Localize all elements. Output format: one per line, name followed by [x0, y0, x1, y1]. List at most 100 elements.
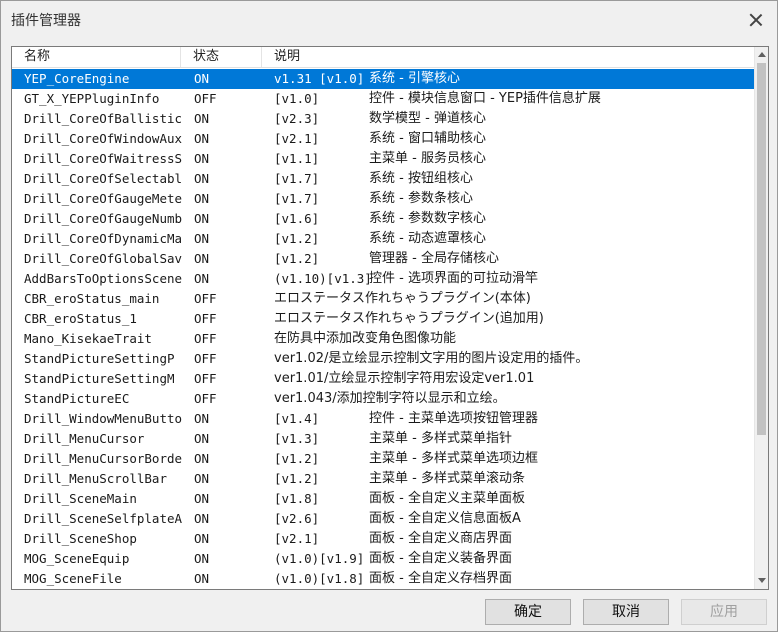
list-header: 名称 状态 说明 — [12, 47, 754, 68]
table-row[interactable]: StandPictureEC OFF ver1.043/添加控制字符以显示和立绘。 — [12, 389, 754, 409]
table-row[interactable]: Drill_CoreOfDynamicMask ON [v1.2] 系统 - 动态遮罩… — [12, 229, 754, 249]
table-row[interactable]: StandPictureSettingM OFF ver1.01/立绘显示控制字符用… — [12, 369, 754, 389]
plugin-status: ON — [194, 411, 210, 426]
plugin-status: ON — [194, 491, 210, 506]
plugin-status: OFF — [194, 311, 217, 326]
table-row[interactable]: Drill_CoreOfWindowAux… ON [v2.1] 系统 - 窗口辅助核… — [12, 129, 754, 149]
plugin-description: 面板 - 全自定义商店界面 — [369, 531, 512, 546]
table-row[interactable]: MOG_SceneFile ON (v1.0)[v1.8] 面板 - 全自定义存档界面 — [12, 569, 754, 589]
plugin-description: 主菜单 - 服务员核心 — [369, 151, 486, 166]
vertical-scrollbar[interactable] — [754, 47, 768, 589]
plugin-name: CBR_eroStatus_1 — [24, 311, 137, 326]
table-row[interactable]: Mano_KisekaeTrait OFF 在防具中添加改变角色图像功能 — [12, 329, 754, 349]
column-header-name[interactable]: 名称 — [12, 47, 181, 67]
plugin-version: [v1.2] — [274, 251, 320, 266]
plugin-status: ON — [194, 531, 210, 546]
plugin-description: 系统 - 参数条核心 — [369, 191, 473, 206]
plugin-name: GT_X_YEPPluginInfo — [24, 91, 160, 106]
plugin-status: ON — [194, 271, 210, 286]
plugin-description: 主菜单 - 多样式菜单滚动条 — [369, 471, 525, 486]
table-row[interactable]: Drill_MenuCursor ON [v1.3] 主菜单 - 多样式菜单指针 — [12, 429, 754, 449]
column-header-status[interactable]: 状态 — [181, 47, 262, 67]
plugin-version: [v2.1] — [274, 131, 320, 146]
plugin-description: ver1.043/添加控制字符以显示和立绘。 — [274, 391, 506, 406]
plugin-status: OFF — [194, 371, 217, 386]
plugin-description: 系统 - 参数数字核心 — [369, 211, 486, 226]
scrollbar-thumb[interactable] — [757, 63, 766, 435]
apply-button[interactable]: 应用 — [681, 599, 767, 625]
table-row[interactable]: CBR_eroStatus_main OFF エロステータス作れちゃうプラグイン(本… — [12, 289, 754, 309]
plugin-version: (v1.10)[v1.3] — [274, 271, 372, 286]
plugin-description: 面板 - 全自定义存档界面 — [369, 571, 512, 586]
plugin-name: Drill_WindowMenuButton — [24, 411, 182, 426]
plugin-description: ver1.02/是立绘显示控制文字用的图片设定用的插件。 — [274, 351, 589, 366]
table-row[interactable]: StandPictureSettingP OFF ver1.02/是立绘显示控制文字… — [12, 349, 754, 369]
plugin-name: Drill_CoreOfGaugeNumber — [24, 211, 182, 226]
plugin-name: StandPictureEC — [24, 391, 130, 406]
table-row[interactable]: Drill_CoreOfGaugeNumber ON [v1.6] 系统 - 参数数字… — [12, 209, 754, 229]
plugin-status: OFF — [194, 351, 217, 366]
plugin-status: ON — [194, 231, 210, 246]
table-row[interactable]: Drill_CoreOfSelectabl… ON [v1.7] 系统 - 按钮组核心 — [12, 169, 754, 189]
table-row[interactable]: Drill_SceneSelfplateA ON [v2.6] 面板 - 全自定义信息… — [12, 509, 754, 529]
table-row[interactable]: MOG_SceneEquip ON (v1.0)[v1.9] 面板 - 全自定义装备界… — [12, 549, 754, 569]
plugin-version: [v1.3] — [274, 431, 320, 446]
plugin-version: [v2.1] — [274, 531, 320, 546]
plugin-description: 管理器 - 全局存储核心 — [369, 251, 499, 266]
plugin-version: [v1.7] — [274, 191, 320, 206]
plugin-status: ON — [194, 211, 210, 226]
plugin-name: Drill_CoreOfSelectabl… — [24, 171, 182, 186]
plugin-description: 面板 - 全自定义信息面板A — [369, 511, 521, 526]
plugin-description: 控件 - 模块信息窗口 - YEP插件信息扩展 — [369, 91, 601, 106]
table-row[interactable]: Drill_MenuCursorBorder ON [v1.2] 主菜单 - 多样式菜… — [12, 449, 754, 469]
plugin-description: 数学模型 - 弹道核心 — [369, 111, 486, 126]
plugin-description: 控件 - 主菜单选项按钮管理器 — [369, 411, 538, 426]
plugin-description: 系统 - 按钮组核心 — [369, 171, 473, 186]
plugin-description: 在防具中添加改变角色图像功能 — [274, 331, 457, 346]
table-row[interactable]: Drill_CoreOfBallistics ON [v2.3] 数学模型 - 弹道核… — [12, 109, 754, 129]
plugin-name: StandPictureSettingP — [24, 351, 175, 366]
plugin-status: ON — [194, 131, 210, 146]
table-row[interactable]: Drill_CoreOfGaugeMeter ON [v1.7] 系统 - 参数条核心 — [12, 189, 754, 209]
close-icon[interactable] — [743, 7, 769, 33]
plugin-name: Drill_MenuScrollBar — [24, 471, 167, 486]
plugin-name: Drill_SceneMain — [24, 491, 137, 506]
table-row[interactable]: AddBarsToOptionsScene ON (v1.10)[v1.3] 控件 -… — [12, 269, 754, 289]
list-rows: YEP_CoreEngine ON v1.31 [v1.0] 系统 - 引擎核心 GT_… — [12, 69, 754, 589]
plugin-name: CBR_eroStatus_main — [24, 291, 160, 306]
table-row[interactable]: Drill_CoreOfGlobalSave ON [v1.2] 管理器 - 全局存储… — [12, 249, 754, 269]
table-row[interactable]: Drill_CoreOfWaitressS… ON [v1.1] 主菜单 - 服务员核… — [12, 149, 754, 169]
plugin-name: Drill_CoreOfGaugeMeter — [24, 191, 182, 206]
scroll-down-arrow-icon[interactable] — [758, 578, 766, 583]
plugin-description: 主菜单 - 多样式菜单选项边框 — [369, 451, 538, 466]
plugin-name: MOG_SceneFile — [24, 571, 122, 586]
plugin-version: [v1.4] — [274, 411, 320, 426]
plugin-name: StandPictureSettingM — [24, 371, 175, 386]
scroll-up-arrow-icon[interactable] — [758, 52, 766, 57]
table-row[interactable]: GT_X_YEPPluginInfo OFF [v1.0] 控件 - 模块信息窗口 -… — [12, 89, 754, 109]
plugin-name: Drill_SceneShop — [24, 531, 137, 546]
plugin-version: [v1.2] — [274, 451, 320, 466]
plugin-version: [v1.0] — [274, 91, 320, 106]
plugin-status: ON — [194, 111, 210, 126]
plugin-status: OFF — [194, 91, 217, 106]
plugin-version: [v1.2] — [274, 231, 320, 246]
column-header-description[interactable]: 说明 — [262, 47, 754, 67]
table-row[interactable]: Drill_MenuScrollBar ON [v1.2] 主菜单 - 多样式菜单滚动… — [12, 469, 754, 489]
title-bar: 插件管理器 — [1, 1, 777, 39]
plugin-version: [v1.1] — [274, 151, 320, 166]
plugin-version: (v1.0)[v1.9] — [274, 551, 365, 566]
plugin-status: OFF — [194, 331, 217, 346]
plugin-description: 系统 - 引擎核心 — [369, 71, 460, 86]
table-row[interactable]: Drill_WindowMenuButton ON [v1.4] 控件 - 主菜单选项… — [12, 409, 754, 429]
ok-button[interactable]: 确定 — [485, 599, 571, 625]
plugin-list[interactable]: 名称 状态 说明 YEP_CoreEngine ON v1.31 [v1.0] 系统 … — [11, 46, 769, 590]
table-row[interactable]: CBR_eroStatus_1 OFF エロステータス作れちゃうプラグイン(追加用) — [12, 309, 754, 329]
cancel-button[interactable]: 取消 — [583, 599, 669, 625]
plugin-status: OFF — [194, 291, 217, 306]
plugin-description: 面板 - 全自定义装备界面 — [369, 551, 512, 566]
table-row[interactable]: Drill_SceneShop ON [v2.1] 面板 - 全自定义商店界面 — [12, 529, 754, 549]
table-row[interactable]: YEP_CoreEngine ON v1.31 [v1.0] 系统 - 引擎核心 — [12, 69, 754, 89]
table-row[interactable]: Drill_SceneMain ON [v1.8] 面板 - 全自定义主菜单面板 — [12, 489, 754, 509]
plugin-status: ON — [194, 571, 210, 586]
